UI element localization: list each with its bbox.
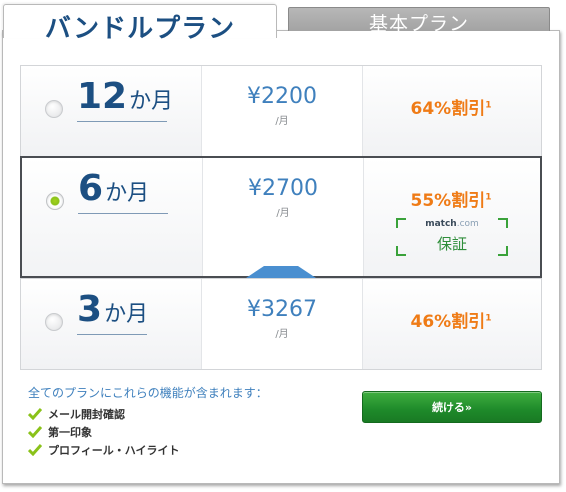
plan-price-unit: /月 — [276, 208, 290, 219]
plan-period-cell: 12か月 — [21, 66, 201, 156]
plan-period: 12か月 — [77, 76, 173, 117]
match-guarantee-badge: match.com 保証 — [396, 218, 508, 256]
plan-period: 6か月 — [78, 168, 149, 209]
continue-button[interactable]: 続ける» — [362, 391, 542, 423]
plan-price-cell: ¥2700 /月 — [202, 158, 364, 276]
plan-radio-12-months[interactable] — [45, 100, 63, 118]
plan-price-unit: /月 — [275, 329, 289, 340]
plan-discount: 55%割引1 — [362, 186, 540, 211]
plan-discount: 64%割引1 — [361, 94, 541, 119]
feature-label: 第一印象 — [48, 426, 92, 439]
plan-period-cell: 6か月 — [22, 158, 202, 276]
features-title: 全てのプランにこれらの機能が含まれます： — [28, 386, 268, 400]
period-underline — [77, 334, 147, 335]
plan-months-unit: か月 — [105, 181, 150, 206]
plan-discount-text: 55%割引 — [410, 191, 486, 211]
feature-label: プロフィール・ハイライト — [48, 444, 180, 457]
plan-discount-cell: 64%割引1 — [361, 66, 541, 156]
plan-row-3-months[interactable]: 3か月 ¥3267 /月 46%割引1 — [20, 278, 542, 370]
plan-radio-6-months[interactable] — [46, 192, 64, 210]
plan-price: ¥2700 — [248, 176, 318, 201]
guarantee-label: 保証 — [436, 235, 467, 253]
match-logo-suffix: .com — [456, 219, 479, 229]
plan-discount: 46%割引1 — [361, 307, 541, 332]
plan-discount-cell: 46%割引1 — [361, 279, 541, 369]
tab-bundle-plan[interactable]: バンドルプラン — [3, 4, 277, 44]
plan-months-unit: か月 — [104, 302, 149, 327]
plan-months-number: 3 — [77, 289, 103, 330]
plan-discount-text: 64%割引 — [410, 99, 486, 119]
selection-pointer-icon — [246, 266, 316, 278]
plan-discount-footnote: 1 — [485, 100, 492, 111]
feature-label: メール開封確認 — [48, 408, 125, 421]
tab-basic-plan[interactable]: 基本プラン — [288, 7, 550, 35]
plan-discount-footnote: 1 — [485, 313, 492, 324]
plan-row-6-months[interactable]: 6か月 ¥2700 /月 55%割引1 match.com 保証 — [20, 156, 542, 278]
period-underline — [78, 213, 168, 214]
plan-price-cell: ¥3267 /月 — [201, 279, 363, 369]
plan-radio-3-months[interactable] — [45, 313, 63, 331]
plan-price-unit: /月 — [275, 116, 289, 127]
plan-period-cell: 3か月 — [21, 279, 201, 369]
plan-discount-footnote: 1 — [485, 192, 492, 203]
features-list: 全てのプランにこれらの機能が含まれます： メール開封確認 第一印象 プロフィール… — [28, 384, 348, 459]
plan-price: ¥2200 — [247, 84, 317, 109]
match-logo: match.com — [396, 219, 508, 229]
plan-months-number: 6 — [78, 168, 104, 209]
plan-discount-text: 46%割引 — [410, 312, 486, 332]
tab-bundle-plan-label: バンドルプラン — [44, 14, 236, 44]
plan-period: 3か月 — [77, 289, 148, 330]
plan-selection-page: 基本プラン バンドルプラン 12か月 ¥2200 /月 64%割引1 6か月 ¥… — [0, 0, 566, 492]
period-underline — [77, 121, 167, 122]
checkmark-icon — [28, 426, 42, 438]
plan-price-cell: ¥2200 /月 — [201, 66, 363, 156]
match-logo-text: match — [425, 219, 457, 229]
plan-row-12-months[interactable]: 12か月 ¥2200 /月 64%割引1 — [20, 65, 542, 157]
tab-basic-plan-label: 基本プラン — [368, 13, 469, 35]
checkmark-icon — [28, 408, 42, 420]
plan-months-number: 12 — [77, 76, 128, 117]
plan-discount-cell: 55%割引1 match.com 保証 — [362, 158, 540, 276]
plan-price: ¥3267 — [247, 297, 317, 322]
feature-item: 第一印象 — [28, 423, 348, 441]
checkmark-icon — [28, 444, 42, 456]
feature-item: プロフィール・ハイライト — [28, 441, 348, 459]
feature-item: メール開封確認 — [28, 405, 348, 423]
plan-months-unit: か月 — [129, 89, 174, 114]
